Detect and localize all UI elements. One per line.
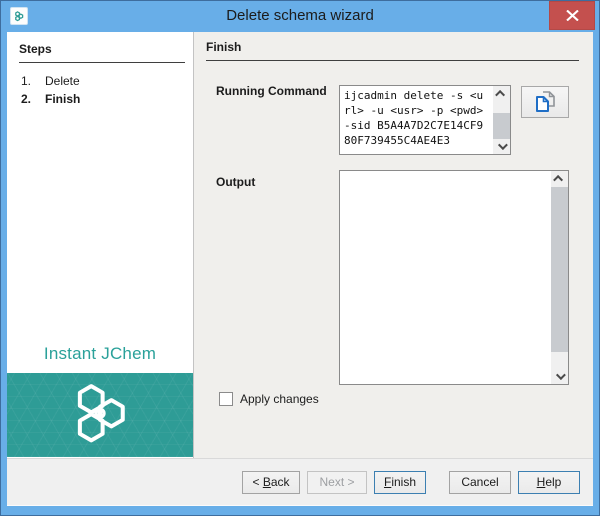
command-scrollbar[interactable] <box>493 86 510 154</box>
running-command-text: ijcadmin delete -s <url> -u <usr> -p <pw… <box>344 88 489 152</box>
step-item-delete: 1. Delete <box>7 72 193 90</box>
jchem-logo-icon <box>10 7 28 25</box>
brand-banner <box>7 373 193 457</box>
instant-jchem-logo-icon <box>56 380 144 450</box>
apply-changes-label: Apply changes <box>240 392 319 406</box>
step-item-finish: 2. Finish <box>7 90 193 108</box>
scroll-down-button[interactable] <box>493 139 510 154</box>
chevron-up-icon <box>495 90 505 100</box>
panel-header: Finish <box>206 40 579 61</box>
step-label: Delete <box>45 72 80 90</box>
client-area: Steps 1. Delete 2. Finish Instant JChem <box>7 32 593 506</box>
output-text <box>344 173 547 382</box>
wizard-button-bar: < Back Next > Finish Cancel Help <box>7 458 593 505</box>
steps-header: Steps <box>19 42 185 63</box>
scroll-up-button[interactable] <box>551 171 568 186</box>
close-button[interactable] <box>549 1 595 30</box>
window-title: Delete schema wizard <box>60 0 540 32</box>
apply-changes-checkbox[interactable] <box>219 392 233 406</box>
copy-command-button[interactable] <box>521 86 569 118</box>
brand-name: Instant JChem <box>7 344 193 364</box>
steps-list: 1. Delete 2. Finish <box>7 72 193 108</box>
apply-changes-row: Apply changes <box>219 392 319 406</box>
steps-sidebar: Steps 1. Delete 2. Finish Instant JChem <box>7 32 193 458</box>
scrollbar-thumb[interactable] <box>551 187 568 352</box>
finish-panel: Finish Running Command ijcadmin delete -… <box>193 32 593 458</box>
back-button[interactable]: < Back <box>242 471 300 494</box>
output-scrollbar[interactable] <box>551 171 568 384</box>
copy-icon <box>532 89 558 115</box>
scroll-up-button[interactable] <box>493 86 510 101</box>
titlebar: Delete schema wizard <box>0 0 600 32</box>
running-command-textarea[interactable]: ijcadmin delete -s <url> -u <usr> -p <pw… <box>339 85 511 155</box>
close-icon <box>566 10 579 21</box>
scroll-down-button[interactable] <box>551 369 568 384</box>
scrollbar-thumb[interactable] <box>493 113 510 139</box>
chevron-down-icon <box>556 370 566 380</box>
cancel-button[interactable]: Cancel <box>449 471 511 494</box>
running-command-label: Running Command <box>216 84 327 98</box>
finish-button[interactable]: Finish <box>374 471 426 494</box>
delete-schema-wizard-window: Delete schema wizard Steps 1. Delete 2. … <box>0 0 600 516</box>
chevron-up-icon <box>553 175 563 185</box>
step-label: Finish <box>45 90 80 108</box>
output-label: Output <box>216 175 255 189</box>
output-textarea[interactable] <box>339 170 569 385</box>
chevron-down-icon <box>498 140 508 150</box>
next-button: Next > <box>307 471 367 494</box>
help-button[interactable]: Help <box>518 471 580 494</box>
